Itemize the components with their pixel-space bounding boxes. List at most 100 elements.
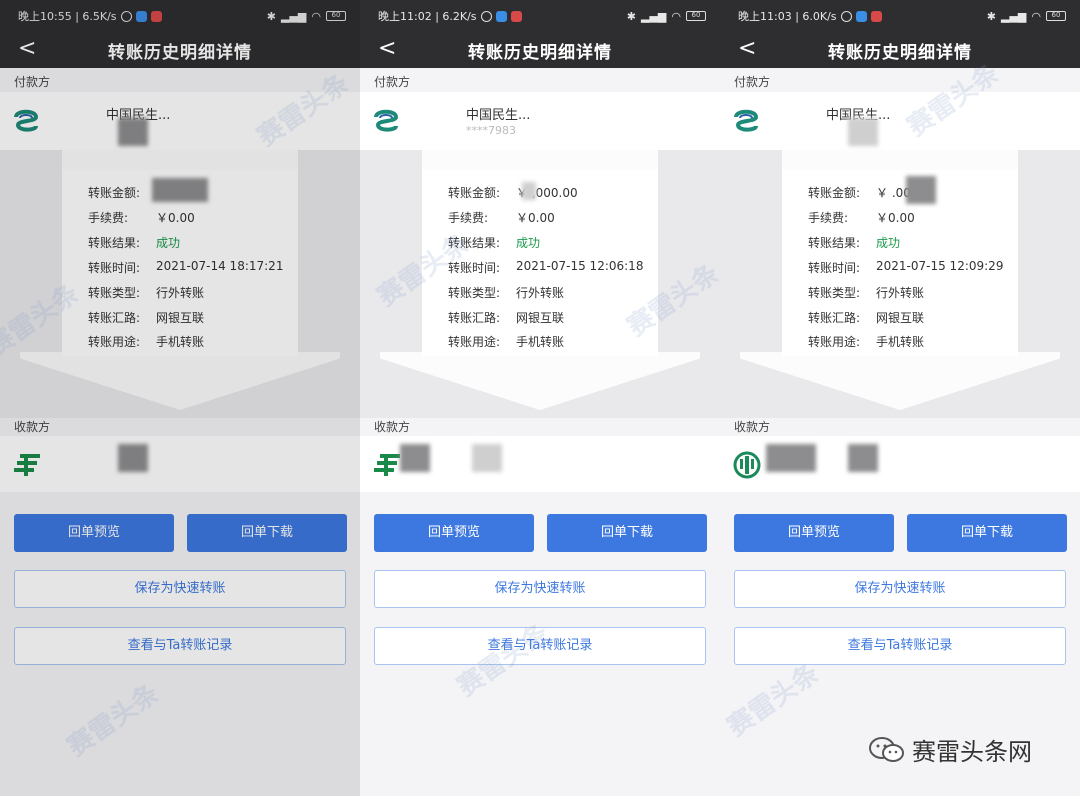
status-bar: 晚上11:02 | 6.2K/s ✱ ▂▄▆ ◠ 60 — [360, 0, 720, 32]
redacted-block — [906, 176, 936, 204]
alarm-icon — [120, 10, 132, 22]
detail-row-type: 转账类型: 行外转账 — [808, 286, 925, 300]
phone-screen-2: 晚上11:02 | 6.2K/s ✱ ▂▄▆ ◠ 60 < 转账历史明细详情 付… — [360, 0, 720, 796]
redacted-block — [152, 178, 208, 202]
payee-label: 收款方 — [374, 420, 411, 434]
save-quick-transfer-button[interactable]: 保存为快速转账 — [14, 570, 346, 608]
battery-icon: 60 — [326, 11, 346, 21]
app-icon — [495, 10, 507, 22]
brand-name: 赛雷头条网 — [912, 738, 1032, 766]
detail-row-time: 转账时间: 2021-07-15 12:09:29 — [808, 259, 1004, 275]
app-icon — [870, 10, 882, 22]
phone-screen-1: 晚上10:55 | 6.5K/s ✱ ▂▄▆ ◠ 60 < 转账历史明细详情 付… — [0, 0, 360, 796]
redacted-block — [848, 444, 878, 472]
payee-row — [0, 436, 360, 492]
payer-bank-name: 中国民生... — [466, 108, 531, 123]
detail-row-fee: 手续费: ￥0.00 — [448, 211, 555, 225]
signal-icon: ▂▄▆ — [1001, 9, 1027, 23]
status-time-speed: 晚上10:55 | 6.5K/s — [18, 10, 117, 23]
transfer-details-card: 转账金额: ￥ .00 手续费: ￥0.00 转账结果: 成功 转账时间: 2021-0… — [782, 170, 1018, 356]
payer-row: 中国民生... — [0, 92, 360, 150]
detail-row-type: 转账类型: 行外转账 — [448, 286, 565, 300]
postal-bank-logo-icon — [374, 454, 400, 476]
transfer-details-card: 转账金额: 手续费: ￥0.00 转账结果: 成功 转账时间: 2021-07-14 … — [62, 170, 298, 356]
abc-bank-logo-icon — [733, 451, 761, 479]
view-transfer-records-button[interactable]: 查看与Ta转账记录 — [14, 627, 346, 665]
app-icon — [150, 10, 162, 22]
payee-label: 收款方 — [734, 420, 771, 434]
app-icon — [855, 10, 867, 22]
receipt-preview-button[interactable]: 回单预览 — [14, 514, 174, 552]
battery-icon: 60 — [1046, 11, 1066, 21]
payee-label: 收款方 — [14, 420, 51, 434]
detail-row-amount: 转账金额: ￥ .00 — [808, 186, 911, 200]
detail-row-purpose: 转账用途: 手机转账 — [808, 335, 925, 349]
payer-label: 付款方 — [14, 75, 51, 89]
detail-row-purpose: 转账用途: 手机转账 — [88, 335, 205, 349]
payer-row: 中国民生... ****7983 — [360, 92, 720, 150]
wifi-icon: ◠ — [311, 9, 321, 23]
wechat-icon — [869, 736, 904, 762]
alarm-icon — [480, 10, 492, 22]
status-bar: 晚上10:55 | 6.5K/s ✱ ▂▄▆ ◠ 60 — [0, 0, 360, 32]
redacted-block — [118, 444, 148, 472]
detail-row-amount: 转账金额: ￥ ,000.00 — [448, 186, 578, 200]
redacted-block — [400, 444, 430, 472]
detail-row-result: 转账结果: 成功 — [808, 236, 901, 250]
nav-bar: < 转账历史明细详情 — [720, 32, 1080, 68]
receipt-preview-button[interactable]: 回单预览 — [374, 514, 534, 552]
alarm-icon — [840, 10, 852, 22]
nav-bar: < 转账历史明细详情 — [0, 32, 360, 68]
minsheng-bank-logo-icon — [734, 109, 759, 132]
detail-row-type: 转账类型: 行外转账 — [88, 286, 205, 300]
postal-bank-logo-icon — [14, 454, 40, 476]
detail-row-result: 转账结果: 成功 — [88, 236, 181, 250]
detail-row-purpose: 转账用途: 手机转账 — [448, 335, 565, 349]
nav-bar: < 转账历史明细详情 — [360, 32, 720, 68]
page-title: 转账历史明细详情 — [828, 43, 972, 63]
phone-screen-3: 晚上11:03 | 6.0K/s ✱ ▂▄▆ ◠ 60 < 转账历史明细详情 付… — [720, 0, 1080, 796]
redacted-block — [118, 118, 148, 146]
detail-row-fee: 手续费: ￥0.00 — [808, 211, 915, 225]
detail-row-result: 转账结果: 成功 — [448, 236, 541, 250]
bluetooth-icon: ✱ — [626, 9, 636, 23]
status-time-speed: 晚上11:03 | 6.0K/s — [738, 10, 837, 23]
receipt-download-button[interactable]: 回单下载 — [187, 514, 347, 552]
battery-icon: 60 — [686, 11, 706, 21]
redacted-block — [522, 182, 536, 200]
app-icon — [135, 10, 147, 22]
detail-row-route: 转账汇路: 网银互联 — [88, 311, 205, 325]
brand-signature: 赛雷头条网 — [868, 732, 1032, 767]
save-quick-transfer-button[interactable]: 保存为快速转账 — [734, 570, 1066, 608]
redacted-block — [766, 444, 816, 472]
signal-icon: ▂▄▆ — [281, 9, 307, 23]
detail-row-amount: 转账金额: — [88, 186, 141, 200]
page-title: 转账历史明细详情 — [468, 43, 612, 63]
view-transfer-records-button[interactable]: 查看与Ta转账记录 — [734, 627, 1066, 665]
payer-label: 付款方 — [374, 75, 411, 89]
redacted-block — [472, 444, 502, 472]
minsheng-bank-logo-icon — [374, 109, 399, 132]
bluetooth-icon: ✱ — [986, 9, 996, 23]
payee-row — [720, 436, 1080, 492]
payee-row — [360, 436, 720, 492]
wifi-icon: ◠ — [671, 9, 681, 23]
payer-card-number: ****7983 — [466, 124, 516, 137]
view-transfer-records-button[interactable]: 查看与Ta转账记录 — [374, 627, 706, 665]
detail-row-route: 转账汇路: 网银互联 — [808, 311, 925, 325]
detail-row-route: 转账汇路: 网银互联 — [448, 311, 565, 325]
receipt-download-button[interactable]: 回单下载 — [907, 514, 1067, 552]
receipt-download-button[interactable]: 回单下载 — [547, 514, 707, 552]
receipt-preview-button[interactable]: 回单预览 — [734, 514, 894, 552]
page-title: 转账历史明细详情 — [108, 43, 252, 63]
detail-row-time: 转账时间: 2021-07-15 12:06:18 — [448, 259, 644, 275]
status-bar: 晚上11:03 | 6.0K/s ✱ ▂▄▆ ◠ 60 — [720, 0, 1080, 32]
detail-row-fee: 手续费: ￥0.00 — [88, 211, 195, 225]
screenshots-container: 晚上10:55 | 6.5K/s ✱ ▂▄▆ ◠ 60 < 转账历史明细详情 付… — [0, 0, 1080, 796]
save-quick-transfer-button[interactable]: 保存为快速转账 — [374, 570, 706, 608]
bluetooth-icon: ✱ — [266, 9, 276, 23]
signal-icon: ▂▄▆ — [641, 9, 667, 23]
minsheng-bank-logo-icon — [14, 109, 39, 132]
app-icon — [510, 10, 522, 22]
payer-label: 付款方 — [734, 75, 771, 89]
